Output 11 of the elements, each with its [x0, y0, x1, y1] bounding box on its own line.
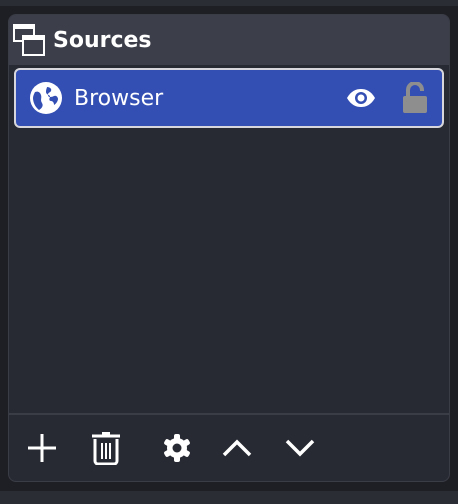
windows-icon	[13, 24, 45, 56]
globe-icon	[30, 82, 62, 114]
trash-icon[interactable]	[90, 431, 122, 465]
chevron-down-icon[interactable]	[285, 439, 315, 457]
add-icon[interactable]	[27, 433, 57, 463]
eye-icon[interactable]	[346, 88, 376, 108]
chevron-up-icon[interactable]	[222, 439, 252, 457]
panel-title: Sources	[53, 28, 152, 52]
source-item[interactable]: Browser	[14, 68, 444, 128]
source-name: Browser	[74, 86, 164, 110]
settings-icon[interactable]	[162, 433, 192, 463]
